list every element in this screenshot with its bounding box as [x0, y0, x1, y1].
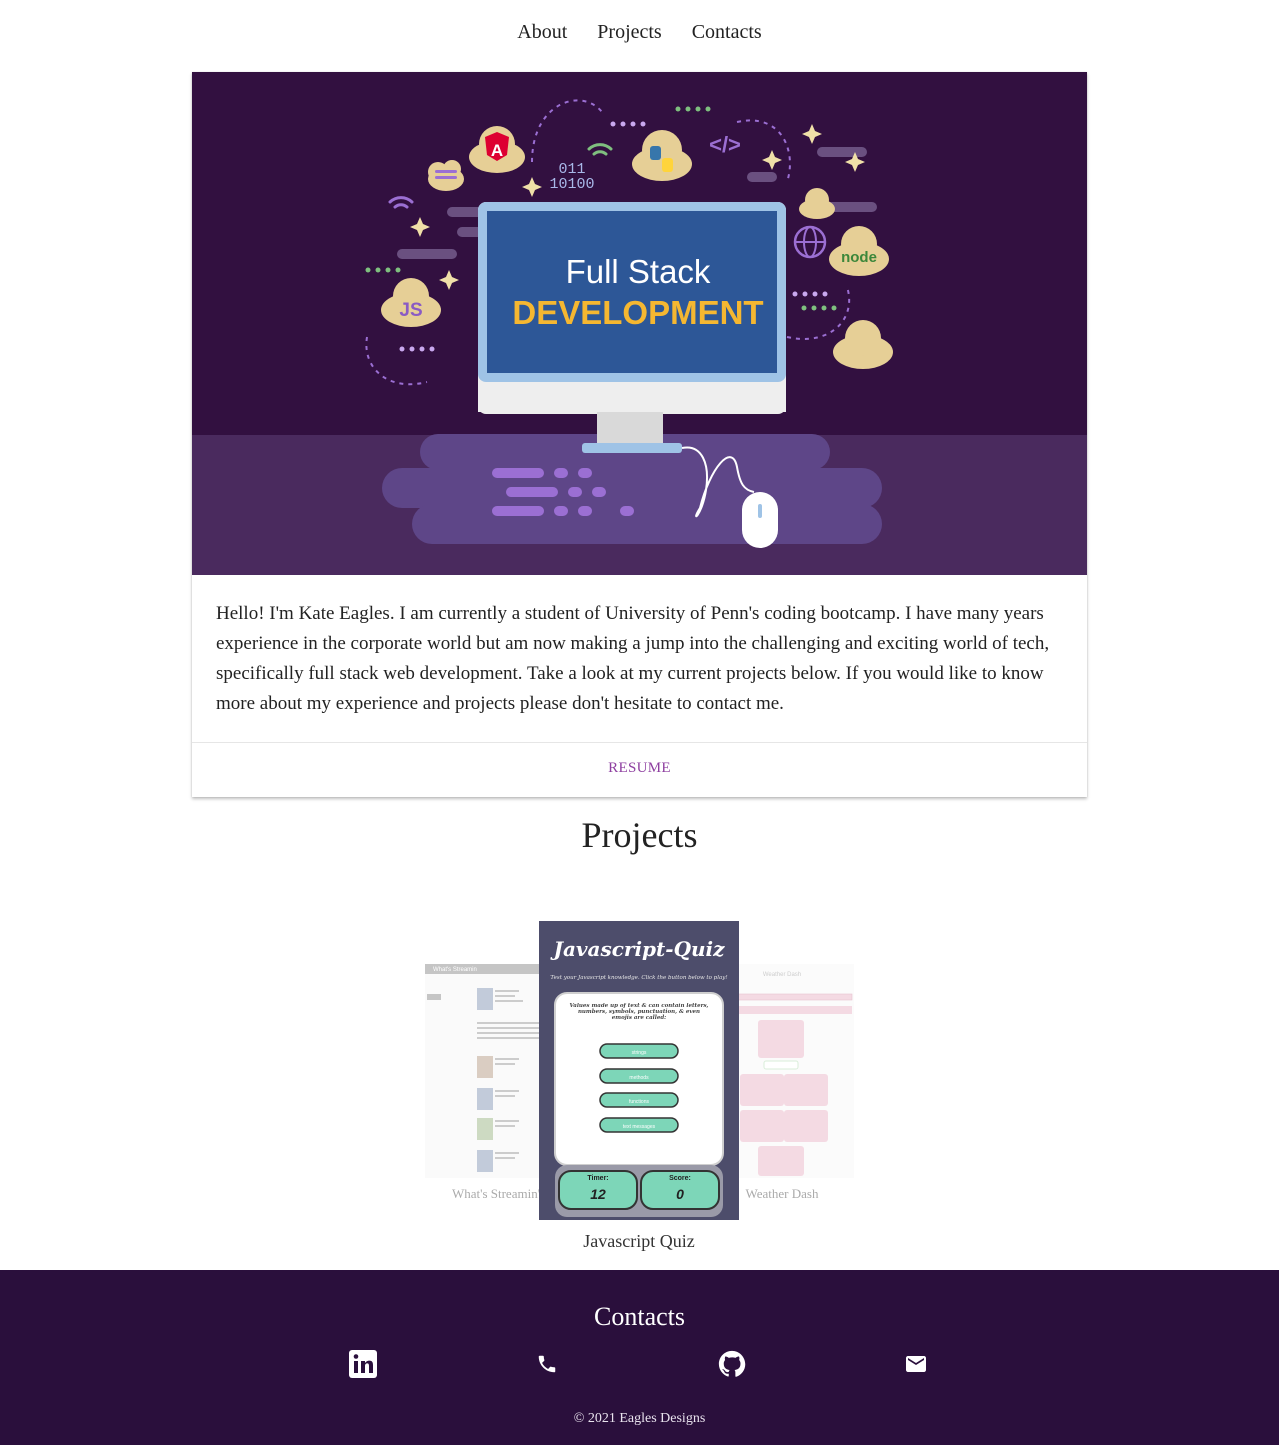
- quiz-timer-value: 12: [590, 1186, 606, 1202]
- top-nav: About Projects Contacts: [0, 0, 1279, 64]
- nav-projects-link[interactable]: Projects: [597, 21, 661, 44]
- phone-icon[interactable]: [531, 1348, 563, 1380]
- quiz-answer: strings: [632, 1050, 647, 1056]
- quiz-answer: methods: [629, 1075, 649, 1081]
- quiz-answer: text messages: [623, 1124, 656, 1130]
- card-divider: [192, 742, 1087, 743]
- footer: Contacts © 2021 Eagles Designs: [0, 1270, 1279, 1445]
- hero-image: A JS node 011 10100 </> Full Stack DEVEL…: [192, 72, 1087, 575]
- linkedin-icon[interactable]: [347, 1348, 379, 1380]
- screen-title: Weather Dash: [763, 972, 801, 978]
- svg-text:A: A: [491, 141, 503, 160]
- project-label-javascript-quiz: Javascript Quiz: [583, 1231, 695, 1251]
- copyright-text: © 2021 Eagles Designs: [573, 1411, 706, 1426]
- project-card-javascript-quiz[interactable]: Javascript-Quiz Test your Javascript kno…: [539, 921, 739, 1220]
- about-text: Hello! I'm Kate Eagles. I am currently a…: [216, 603, 1050, 714]
- binary-text-2: 10100: [549, 176, 594, 193]
- quiz-score-label: Score:: [669, 1175, 691, 1182]
- github-icon[interactable]: [716, 1348, 748, 1380]
- about-card: A JS node 011 10100 </> Full Stack DEVEL…: [192, 72, 1087, 797]
- screen-title: What's Streamin: [433, 967, 477, 973]
- quiz-question: Values made up of text & can contain let…: [569, 1003, 709, 1021]
- email-icon[interactable]: [900, 1348, 932, 1380]
- project-screenshot: Javascript-Quiz Test your Javascript kno…: [539, 921, 739, 1220]
- quiz-answer: functions: [629, 1099, 650, 1105]
- code-tag-text: </>: [709, 132, 741, 157]
- node-badge: node: [841, 249, 877, 266]
- js-badge: JS: [399, 300, 422, 321]
- nav-about-link[interactable]: About: [517, 21, 567, 44]
- nav-contacts-link[interactable]: Contacts: [692, 21, 762, 44]
- full-stack-illustration: A JS node 011 10100 </> Full Stack DEVEL…: [192, 72, 1087, 575]
- resume-link[interactable]: RESUME: [192, 760, 1087, 777]
- quiz-score-value: 0: [676, 1186, 684, 1202]
- projects-heading: Projects: [581, 815, 698, 855]
- footer-contacts-title: Contacts: [594, 1302, 685, 1331]
- hero-line-2: DEVELOPMENT: [512, 294, 763, 331]
- quiz-subtitle: Test your Javascript knowledge. Click th…: [550, 975, 727, 981]
- quiz-timer-label: Timer:: [587, 1175, 608, 1182]
- hero-line-1: Full Stack: [566, 253, 711, 290]
- quiz-screen-title: Javascript-Quiz: [549, 937, 725, 961]
